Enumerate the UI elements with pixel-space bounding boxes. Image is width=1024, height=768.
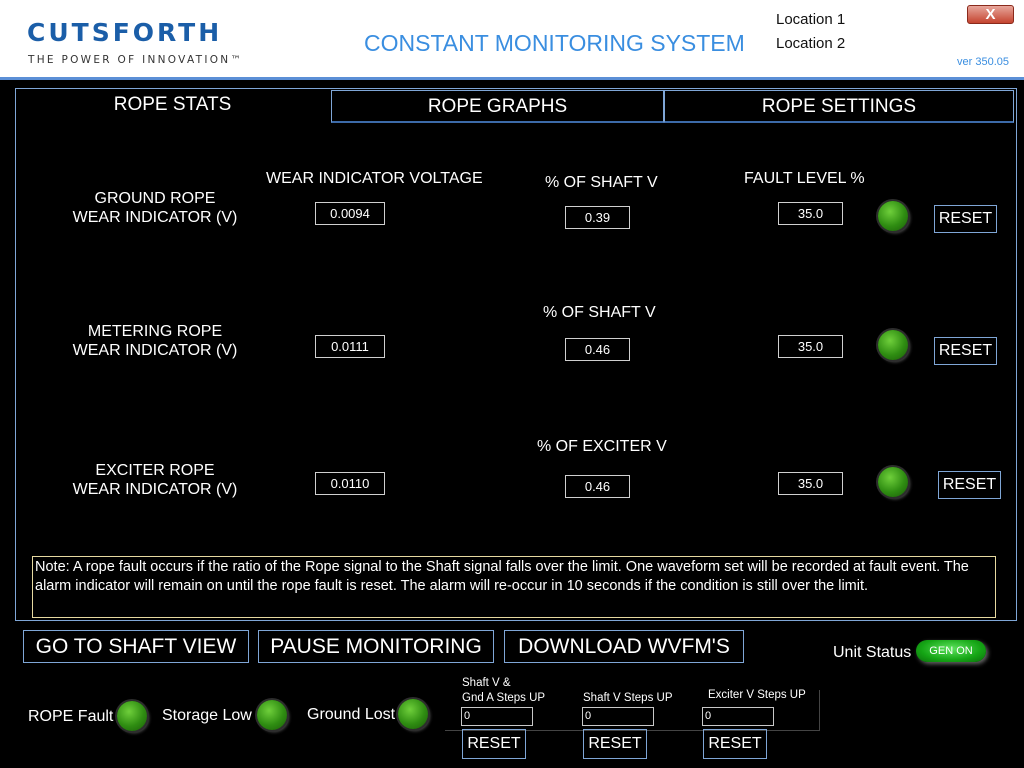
metering-reset-button[interactable]: RESET: [934, 337, 997, 365]
location-1-label: Location 1: [776, 11, 846, 28]
rope-fault-note: Note: A rope fault occurs if the ratio o…: [32, 556, 996, 618]
metering-pct-label: % OF SHAFT V: [543, 304, 656, 321]
unit-status-badge: GEN ON: [916, 640, 986, 662]
ground-rope-label: GROUND ROPE WEAR INDICATOR (V): [60, 189, 250, 227]
step-title-line2: Gnd A Steps UP: [462, 692, 546, 704]
fault-level-header: FAULT LEVEL %: [744, 170, 865, 187]
shaft-gnd-steps-reset-button[interactable]: RESET: [462, 729, 526, 759]
exciter-fault-level-input[interactable]: 35.0: [778, 472, 843, 495]
rope-fault-label: ROPE Fault: [28, 708, 114, 725]
row-label-line2: WEAR INDICATOR (V): [72, 481, 238, 498]
logo-tagline: THE POWER OF INNOVATION™: [28, 54, 244, 66]
shaft-steps-input[interactable]: 0: [582, 707, 654, 726]
ground-fault-level-input[interactable]: 35.0: [778, 202, 843, 225]
rope-fault-led: [117, 701, 147, 731]
unit-status-label: Unit Status: [833, 644, 912, 661]
shaft-steps-reset-button[interactable]: RESET: [583, 729, 647, 759]
exciter-pct-label: % OF EXCITER V: [537, 438, 667, 455]
storage-low-led: [257, 700, 287, 730]
row-label-line2: WEAR INDICATOR (V): [72, 209, 238, 226]
ground-lost-led: [398, 699, 428, 729]
shaft-gnd-steps-input[interactable]: 0: [461, 707, 533, 726]
go-to-shaft-view-button[interactable]: GO TO SHAFT VIEW: [23, 630, 249, 663]
ground-pct-label: % OF SHAFT V: [545, 174, 658, 191]
step-title-line1: Shaft V &: [462, 677, 511, 689]
exciter-status-led: [878, 467, 908, 497]
cutsforth-logo: CUTSFORTH: [27, 18, 223, 47]
app-title: CONSTANT MONITORING SYSTEM: [364, 30, 745, 56]
metering-status-led: [878, 330, 908, 360]
ground-status-led: [878, 201, 908, 231]
exciter-pct-value: 0.46: [565, 475, 630, 498]
exciter-steps-reset-button[interactable]: RESET: [703, 729, 767, 759]
steps-divider-vertical: [819, 690, 820, 731]
ground-lost-label: Ground Lost: [307, 706, 396, 723]
metering-voltage-value: 0.0111: [315, 335, 385, 358]
row-label-line1: METERING ROPE: [87, 323, 223, 340]
download-waveforms-button[interactable]: DOWNLOAD WVFM'S: [504, 630, 744, 663]
exciter-steps-title: Exciter V Steps UP: [708, 689, 806, 701]
pause-monitoring-button[interactable]: PAUSE MONITORING: [258, 630, 494, 663]
shaft-gnd-steps-title: Shaft V & Gnd A Steps UP: [462, 676, 545, 706]
exciter-voltage-value: 0.0110: [315, 472, 385, 495]
metering-fault-level-input[interactable]: 35.0: [778, 335, 843, 358]
version-label: ver 350.05: [957, 56, 1009, 68]
app-window: CUTSFORTH THE POWER OF INNOVATION™ CONST…: [0, 0, 1024, 768]
close-button[interactable]: X: [967, 5, 1014, 24]
tab-rope-graphs[interactable]: ROPE GRAPHS: [331, 90, 664, 123]
shaft-steps-title: Shaft V Steps UP: [583, 692, 673, 704]
metering-rope-label: METERING ROPE WEAR INDICATOR (V): [60, 322, 250, 360]
ground-voltage-value: 0.0094: [315, 202, 385, 225]
header-bar: CUTSFORTH THE POWER OF INNOVATION™ CONST…: [0, 0, 1024, 80]
wear-voltage-header: WEAR INDICATOR VOLTAGE: [266, 170, 483, 187]
tab-rope-settings[interactable]: ROPE SETTINGS: [664, 90, 1014, 123]
exciter-steps-input[interactable]: 0: [702, 707, 774, 726]
row-label-line1: GROUND ROPE: [94, 190, 216, 207]
ground-reset-button[interactable]: RESET: [934, 205, 997, 233]
exciter-reset-button[interactable]: RESET: [938, 471, 1001, 499]
location-2-label: Location 2: [776, 35, 846, 52]
row-label-line1: EXCITER ROPE: [95, 462, 215, 479]
ground-pct-value: 0.39: [565, 206, 630, 229]
storage-low-label: Storage Low: [162, 707, 252, 724]
exciter-rope-label: EXCITER ROPE WEAR INDICATOR (V): [60, 461, 250, 499]
row-label-line2: WEAR INDICATOR (V): [72, 342, 238, 359]
tab-rope-stats[interactable]: ROPE STATS: [80, 92, 265, 122]
metering-pct-value: 0.46: [565, 338, 630, 361]
